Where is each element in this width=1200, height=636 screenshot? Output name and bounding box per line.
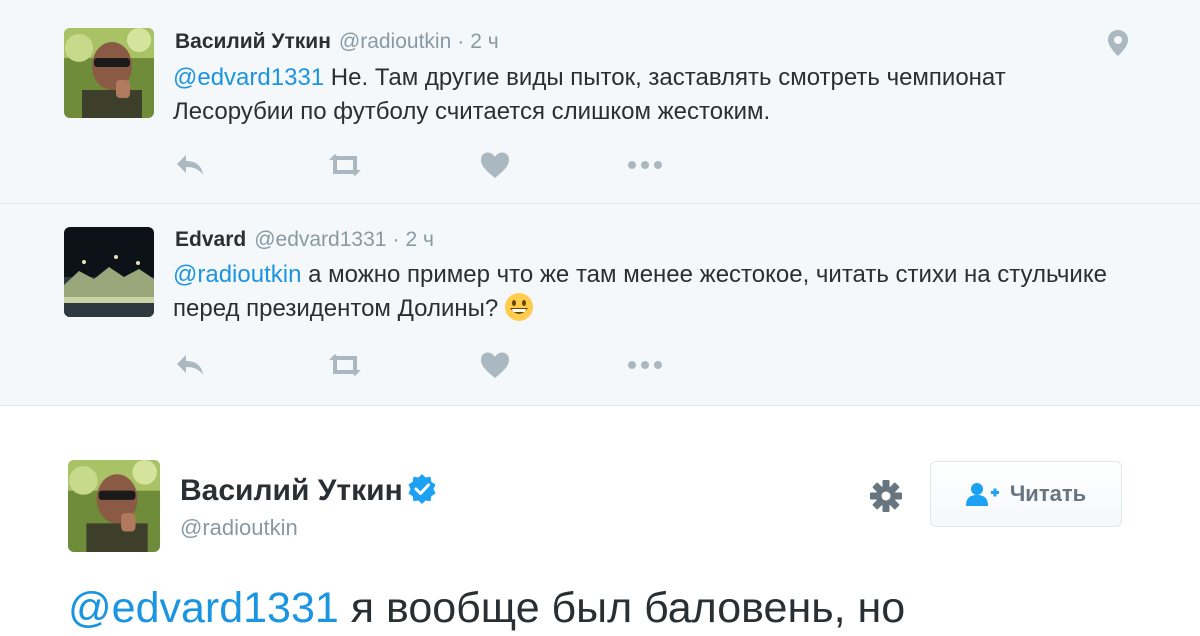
more-icon[interactable]	[625, 145, 665, 185]
tweet-text: @radioutkin а можно пример что же там ме…	[173, 258, 1133, 326]
retweet-icon[interactable]	[325, 145, 365, 185]
reply-icon[interactable]	[170, 145, 210, 185]
main-tweet-text: @edvard1331 я вообще был баловень, но	[68, 580, 905, 636]
mention-link[interactable]: @radioutkin	[173, 261, 301, 288]
author-handle[interactable]: @radioutkin	[339, 30, 451, 53]
author-name[interactable]: Василий Уткин	[180, 474, 403, 507]
timestamp[interactable]: 2 ч	[405, 228, 433, 251]
avatar[interactable]	[64, 227, 154, 317]
avatar[interactable]	[64, 28, 154, 118]
follow-button-label: Читать	[1009, 481, 1087, 506]
more-icon[interactable]	[625, 345, 665, 385]
timestamp[interactable]: 2 ч	[470, 30, 498, 53]
main-author-handle[interactable]: @radioutkin	[180, 515, 298, 541]
mention-link[interactable]: @edvard1331	[173, 64, 324, 91]
main-avatar[interactable]	[68, 460, 160, 552]
grinning-face-emoji	[504, 292, 534, 322]
divider	[0, 405, 1200, 406]
author-name[interactable]: Edvard	[175, 228, 246, 251]
main-author-name[interactable]: Василий Уткин	[180, 474, 437, 508]
verified-badge-icon	[407, 474, 437, 504]
tweet-body: я вообще был баловень, но	[338, 584, 906, 632]
like-icon[interactable]	[475, 345, 515, 385]
retweet-icon[interactable]	[325, 345, 365, 385]
tweet-item[interactable]: Василий Уткин @radioutkin · 2 ч @edvard1331…	[0, 0, 1200, 203]
add-user-icon	[965, 483, 999, 506]
author-handle[interactable]: @edvard1331	[254, 228, 386, 251]
gear-icon[interactable]	[866, 476, 906, 516]
reply-icon[interactable]	[170, 345, 210, 385]
author-name[interactable]: Василий Уткин	[175, 30, 331, 53]
tweet-text: @edvard1331 Не. Там другие виды пыток, з…	[173, 61, 1133, 129]
tweet-header: Edvard @edvard1331 · 2 ч	[175, 228, 434, 252]
tweet-header: Василий Уткин @radioutkin · 2 ч	[175, 30, 499, 54]
conversation-thread: Василий Уткин @radioutkin · 2 ч @edvard1331…	[0, 0, 1200, 405]
tweet-item[interactable]: Edvard @edvard1331 · 2 ч @radioutkin а можн…	[0, 203, 1200, 405]
location-pin-icon[interactable]	[1106, 28, 1130, 58]
tweet-body: а можно пример что же там менее жестокое…	[173, 261, 1107, 322]
like-icon[interactable]	[475, 145, 515, 185]
separator: ·	[392, 228, 400, 251]
mention-link[interactable]: @edvard1331	[68, 584, 339, 632]
separator: ·	[457, 30, 465, 53]
follow-button[interactable]: Читать	[930, 461, 1122, 527]
